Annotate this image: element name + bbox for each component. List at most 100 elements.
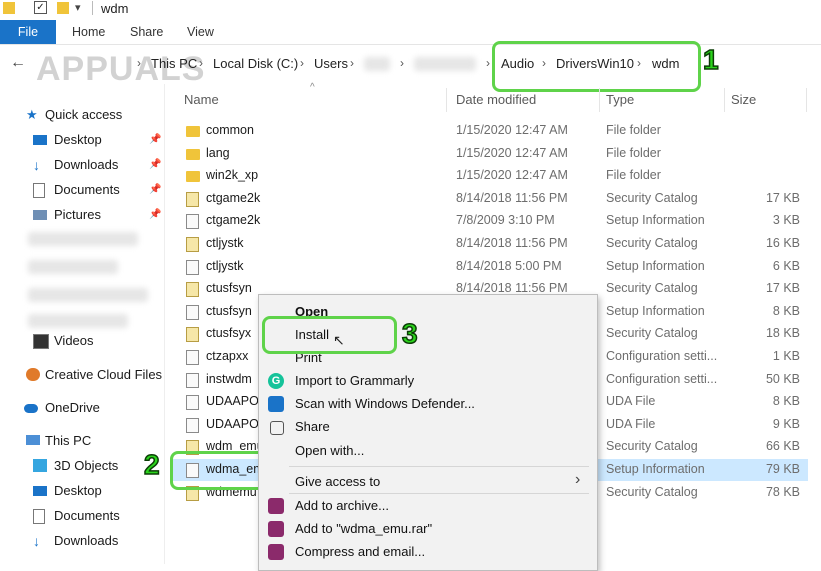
nav-label: Desktop — [54, 132, 102, 147]
file-name: ctgame2k — [206, 213, 261, 228]
tab-home[interactable]: Home — [72, 20, 105, 44]
column-header-date[interactable]: Date modified — [456, 92, 536, 107]
file-name: UDAAPO3 — [206, 394, 266, 409]
table-row[interactable]: ctgame2k 8/14/2018 11:56 PM Security Catal… — [172, 188, 808, 210]
config-file-icon — [186, 350, 199, 365]
menu-item-grammarly[interactable]: Import to Grammarly — [295, 373, 414, 388]
nav-item-documents-2[interactable]: Documents — [33, 505, 161, 527]
table-row[interactable]: win2k_xp 1/15/2020 12:47 AM File folder — [172, 165, 808, 187]
submenu-arrow-icon: › — [575, 471, 581, 488]
nav-label: Downloads — [54, 533, 119, 548]
nav-label: Documents — [54, 508, 120, 523]
ribbon — [0, 20, 821, 45]
table-row[interactable]: lang 1/15/2020 12:47 AM File folder — [172, 143, 808, 165]
file-type: Configuration setti... — [606, 349, 718, 363]
navigation-pane: ★ Quick access Desktop 📌 ↓ Downloads 📌 D… — [0, 84, 164, 564]
menu-item-add-archive[interactable]: Add to archive... — [295, 498, 389, 513]
pin-icon[interactable]: 📌 — [149, 154, 161, 176]
file-icon — [186, 395, 199, 411]
pin-icon[interactable]: 📌 — [149, 129, 161, 151]
pin-icon[interactable]: 📌 — [149, 179, 161, 201]
catalog-icon — [186, 282, 199, 298]
column-divider[interactable] — [599, 88, 600, 112]
file-size: 1 KB — [772, 349, 800, 363]
breadcrumb-separator-icon: › — [400, 56, 404, 70]
menu-item-give-access[interactable]: Give access to — [295, 474, 380, 489]
file-type: File folder — [606, 168, 661, 183]
breadcrumb-local-disk[interactable]: Local Disk (C:) — [213, 56, 298, 71]
file-date: 7/8/2009 3:10 PM — [456, 213, 555, 228]
nav-item-pictures[interactable]: Pictures 📌 — [33, 204, 161, 226]
winrar-icon — [268, 521, 284, 537]
nav-quick-access[interactable]: ★ Quick access — [26, 104, 161, 126]
sort-arrow-icon: ^ — [310, 82, 315, 93]
file-name: ctljystk — [206, 258, 244, 273]
nav-item-documents[interactable]: Documents 📌 — [33, 179, 161, 201]
file-name: win2k_xp — [206, 168, 259, 183]
quick-access-toolbar-chevron-icon[interactable]: ▾ — [75, 1, 81, 14]
blurred-username — [364, 57, 390, 71]
tab-file[interactable]: File — [0, 20, 56, 44]
breadcrumb-users[interactable]: Users — [314, 56, 348, 71]
file-size: 17 KB — [765, 190, 800, 205]
menu-item-share[interactable]: Share — [295, 419, 330, 434]
nav-item-downloads-2[interactable]: ↓ Downloads — [33, 530, 161, 552]
column-header-size[interactable]: Size — [731, 92, 756, 107]
table-row[interactable]: ctljystk 8/14/2018 5:00 PM Setup Informati… — [172, 256, 808, 278]
column-header-type[interactable]: Type — [606, 92, 634, 107]
breadcrumb-this-pc[interactable]: This PC — [151, 56, 197, 71]
desktop-icon — [33, 486, 47, 496]
menu-item-open-with[interactable]: Open with... — [295, 443, 364, 458]
folder-icon — [186, 148, 200, 160]
nav-item-desktop-2[interactable]: Desktop — [33, 480, 161, 502]
checkbox-icon[interactable]: ✓ — [34, 1, 47, 14]
onedrive-cloud-icon — [24, 404, 38, 413]
grammarly-icon: G — [268, 373, 284, 389]
annotation-number-1: 1 — [702, 43, 719, 76]
menu-item-defender[interactable]: Scan with Windows Defender... — [295, 396, 475, 411]
column-header-name[interactable]: Name — [184, 92, 219, 107]
file-size: 6 KB — [772, 258, 800, 273]
table-row[interactable]: ctgame2k 7/8/2009 3:10 PM Setup Informatio… — [172, 210, 808, 232]
menu-item-add-rar[interactable]: Add to "wdma_emu.rar" — [295, 521, 432, 536]
new-folder-icon[interactable] — [57, 2, 69, 14]
nav-item-creative-cloud[interactable]: Creative Cloud Files — [26, 364, 164, 386]
nav-item-downloads[interactable]: ↓ Downloads 📌 — [33, 154, 161, 176]
tab-view[interactable]: View — [187, 20, 214, 44]
menu-item-compress-email[interactable]: Compress and email... — [295, 544, 425, 559]
back-arrow-icon[interactable]: ← — [10, 54, 26, 72]
file-type: Security Catalog — [606, 190, 698, 205]
column-divider[interactable] — [806, 88, 807, 112]
share-icon — [270, 421, 284, 435]
menu-separator — [289, 493, 589, 494]
file-type: Setup Information — [606, 213, 705, 228]
nav-item-desktop[interactable]: Desktop 📌 — [33, 129, 161, 151]
nav-label: Desktop — [54, 483, 102, 498]
table-row[interactable]: ctljystk 8/14/2018 11:56 PM Security Catal… — [172, 233, 808, 255]
tab-share[interactable]: Share — [130, 20, 163, 44]
nav-label: Quick access — [45, 107, 123, 122]
file-name: ctljystk — [206, 236, 244, 250]
file-type: Configuration setti... — [606, 371, 718, 386]
annotation-box-1 — [492, 41, 701, 92]
column-divider[interactable] — [446, 88, 447, 112]
folder-icon — [3, 2, 15, 14]
nav-item-onedrive[interactable]: OneDrive — [24, 397, 162, 419]
catalog-icon — [186, 191, 199, 207]
3d-objects-icon — [33, 459, 47, 472]
column-divider[interactable] — [724, 88, 725, 112]
file-type: Setup Information — [606, 258, 705, 273]
file-size: 79 KB — [765, 462, 800, 476]
pin-icon[interactable]: 📌 — [149, 204, 161, 226]
file-date: 8/14/2018 11:56 PM — [456, 190, 568, 205]
table-row[interactable]: common 1/15/2020 12:47 AM File folder — [172, 120, 808, 142]
blurred-nav-item — [28, 260, 118, 274]
file-size: 66 KB — [765, 439, 800, 454]
creative-cloud-icon — [26, 368, 40, 381]
breadcrumb-separator-icon: › — [137, 56, 141, 70]
computer-icon — [26, 435, 40, 445]
nav-item-3d-objects[interactable]: 3D Objects — [33, 455, 161, 477]
breadcrumb-separator-icon: › — [350, 56, 354, 70]
nav-label: Creative Cloud Files — [45, 367, 163, 382]
nav-item-videos[interactable]: Videos — [33, 330, 161, 352]
